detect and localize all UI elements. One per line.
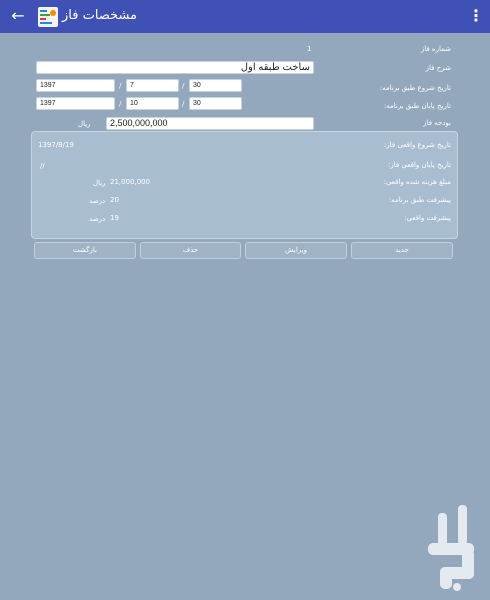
date-separator: / xyxy=(182,82,185,90)
planned-start-month-field[interactable]: 7 xyxy=(126,79,179,92)
planned-progress-label: پیشرفت طبق برنامه: xyxy=(388,196,451,204)
phase-number-label: شماره فاز xyxy=(420,45,451,53)
planned-start-day-field[interactable]: 30 xyxy=(189,79,242,92)
actual-start-value: 1397/8/19 xyxy=(38,141,74,149)
actual-cost-value: 21,000,000 xyxy=(110,178,151,186)
date-separator: / xyxy=(119,82,122,90)
planned-start-label: تاریخ شروع طبق برنامه: xyxy=(379,84,451,92)
planned-end-label: تاریخ پایان طبق برنامه: xyxy=(383,102,451,110)
edit-button[interactable]: ویرایش xyxy=(245,242,347,259)
phase-description-label: شرح فاز xyxy=(425,64,451,72)
planned-end-month-field[interactable]: 10 xyxy=(126,97,179,110)
page-title: مشخصات فاز xyxy=(62,8,138,23)
bazaar-logo-icon xyxy=(428,505,476,593)
actual-cost-label: مبلغ هزینه شده واقعی: xyxy=(383,178,451,186)
budget-unit: ریال xyxy=(78,120,91,128)
planned-end-day-field[interactable]: 30 xyxy=(189,97,242,110)
phase-description-field[interactable]: ساخت طبقه اول xyxy=(36,61,314,74)
date-separator: / xyxy=(119,100,122,108)
back-button[interactable]: بازگشت xyxy=(34,242,136,259)
budget-field[interactable]: 2,500,000,000 xyxy=(106,117,314,130)
arrow-back-icon[interactable]: ← xyxy=(6,4,30,28)
planned-end-year-field[interactable]: 1397 xyxy=(36,97,115,110)
planned-start-year-field[interactable]: 1397 xyxy=(36,79,115,92)
app-logo-icon xyxy=(38,7,58,27)
actual-progress-unit: درصد xyxy=(89,215,106,223)
planned-progress-value: 20 xyxy=(110,196,119,204)
actual-end-value: // xyxy=(40,162,45,170)
actual-progress-value: 19 xyxy=(110,214,119,222)
planned-progress-unit: درصد xyxy=(89,197,106,205)
actual-cost-unit: ریال xyxy=(93,179,106,187)
budget-label: بودجه فاز xyxy=(423,119,451,127)
date-separator: / xyxy=(182,100,185,108)
actual-end-label: تاریخ پایان واقعی فاز: xyxy=(387,161,451,169)
delete-button[interactable]: حذف xyxy=(140,242,241,259)
actual-progress-label: پیشرفت واقعی: xyxy=(404,214,451,222)
new-button[interactable]: جدید xyxy=(351,242,453,259)
actual-start-label: تاریخ شروع واقعی فاز: xyxy=(384,141,451,149)
app-bar: ← مشخصات فاز ⋮ xyxy=(0,0,490,33)
more-vert-icon[interactable]: ⋮ xyxy=(468,5,484,27)
phase-number-value: 1 xyxy=(307,45,312,53)
